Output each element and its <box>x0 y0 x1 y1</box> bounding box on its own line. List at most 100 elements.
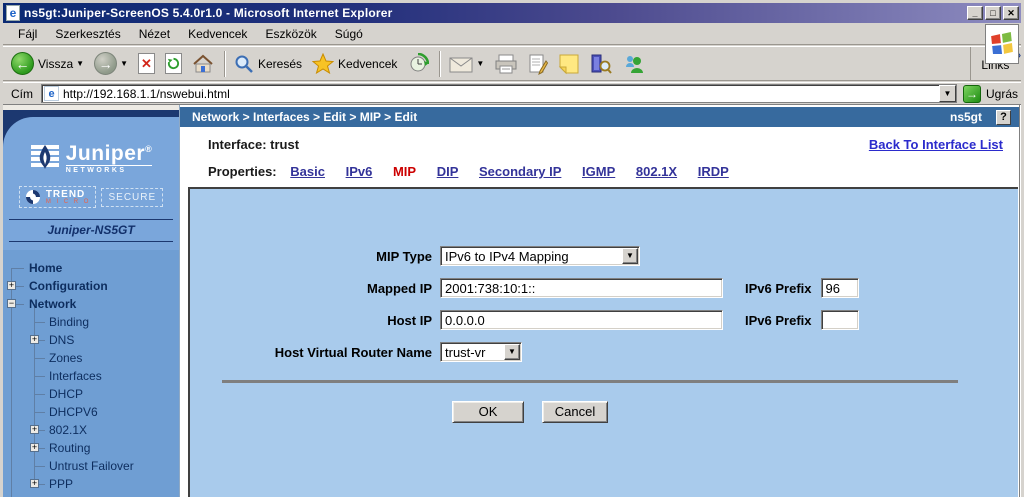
window-right-border <box>1019 105 1024 497</box>
research-button[interactable] <box>586 51 616 77</box>
sidebar-item-ppp[interactable]: +PPP <box>3 475 179 493</box>
chevron-down-icon[interactable]: ▼ <box>504 344 520 360</box>
tab-dip[interactable]: DIP <box>437 164 459 179</box>
mapped-ip-prefix-field[interactable] <box>821 278 859 298</box>
tab-basic[interactable]: Basic <box>290 164 325 179</box>
trend-label: TREND <box>46 190 91 199</box>
menu-bar: Fájl Szerkesztés Nézet Kedvencek Eszközö… <box>3 24 1021 45</box>
stop-icon: ✕ <box>138 53 155 74</box>
menu-favorites[interactable]: Kedvencek <box>179 25 256 43</box>
windows-logo-throbber <box>985 24 1019 64</box>
expand-plus-icon[interactable]: + <box>30 443 39 452</box>
home-button[interactable] <box>188 52 218 76</box>
ipv6-prefix-label: IPv6 Prefix <box>745 313 812 328</box>
sidebar-item-network[interactable]: −Network <box>3 295 179 313</box>
sidebar-item-interfaces[interactable]: Interfaces <box>3 367 179 385</box>
close-button[interactable]: ✕ <box>1003 6 1019 20</box>
host-ip-field[interactable] <box>440 310 723 330</box>
discuss-button[interactable] <box>554 51 584 77</box>
history-icon <box>407 53 429 75</box>
mapped-ip-field[interactable] <box>440 278 723 298</box>
sidebar-item-home[interactable]: Home <box>3 259 179 277</box>
menu-edit[interactable]: Szerkesztés <box>46 25 129 43</box>
menu-file[interactable]: Fájl <box>9 25 46 43</box>
help-button[interactable]: ? <box>996 110 1011 125</box>
host-ip-prefix-field[interactable] <box>821 310 859 330</box>
ok-button[interactable]: OK <box>452 401 524 423</box>
back-icon: ← <box>11 52 34 75</box>
windows-flag-icon <box>989 31 1015 57</box>
forward-dropdown-icon[interactable]: ▼ <box>120 59 128 68</box>
chevron-down-icon[interactable]: ▼ <box>622 248 638 264</box>
expand-plus-icon[interactable]: + <box>30 335 39 344</box>
edit-button[interactable] <box>524 51 552 77</box>
back-button[interactable]: ← Vissza ▼ <box>7 50 88 77</box>
forward-icon: → <box>94 52 117 75</box>
breadcrumb-bar: Network > Interfaces > Edit > MIP > Edit… <box>180 107 1019 127</box>
sidebar-item-routing[interactable]: +Routing <box>3 439 179 457</box>
sidebar-item-configuration[interactable]: +Configuration <box>3 277 179 295</box>
tab-igmp[interactable]: IGMP <box>582 164 615 179</box>
menu-view[interactable]: Nézet <box>130 25 179 43</box>
research-book-icon <box>590 53 612 75</box>
sidebar-item-dhcpv6[interactable]: DHCPV6 <box>3 403 179 421</box>
page-title: Interface: trust <box>208 137 299 152</box>
refresh-button[interactable] <box>161 51 186 76</box>
tab-ipv6[interactable]: IPv6 <box>346 164 373 179</box>
cancel-button[interactable]: Cancel <box>542 401 608 423</box>
tab-8021x[interactable]: 802.1X <box>636 164 677 179</box>
sidebar-item-dhcp[interactable]: DHCP <box>3 385 179 403</box>
sidebar-item-zones[interactable]: Zones <box>3 349 179 367</box>
refresh-icon <box>165 53 182 74</box>
maximize-button[interactable]: □ <box>985 6 1001 20</box>
go-button[interactable]: → Ugrás <box>957 85 1018 103</box>
expand-plus-icon[interactable]: + <box>30 479 39 488</box>
collapse-minus-icon[interactable]: − <box>7 299 16 308</box>
browser-window: e ns5gt:Juniper-ScreenOS 5.4.0r1.0 - Mic… <box>0 0 1024 497</box>
juniper-logo: Juniper® NETWORKS <box>3 139 179 174</box>
address-dropdown-icon[interactable]: ▼ <box>939 85 956 102</box>
host-virtual-router-select[interactable]: trust-vr ▼ <box>440 342 522 362</box>
mapped-ip-label: Mapped IP <box>190 281 440 296</box>
mail-dropdown-icon[interactable]: ▼ <box>476 59 484 68</box>
sidebar-item-security[interactable]: +Security <box>3 493 179 497</box>
back-dropdown-icon[interactable]: ▼ <box>76 59 84 68</box>
expand-plus-icon[interactable]: + <box>7 281 16 290</box>
device-name: Juniper-NS5GT <box>3 220 179 241</box>
sidebar-item-dns[interactable]: +DNS <box>3 331 179 349</box>
address-input[interactable]: e http://192.168.1.1/nswebui.html ▼ <box>41 84 957 103</box>
search-button[interactable]: Keresés <box>230 52 306 76</box>
host-virtual-router-label: Host Virtual Router Name <box>190 345 440 360</box>
back-to-interface-list-link[interactable]: Back To Interface List <box>869 137 1003 152</box>
menu-help[interactable]: Súgó <box>326 25 372 43</box>
trend-micro-badge: TREND M I C R O SECURE <box>3 186 179 208</box>
address-url[interactable]: http://192.168.1.1/nswebui.html <box>63 87 939 101</box>
minimize-button[interactable]: _ <box>967 6 983 20</box>
sidebar-item-untrust-failover[interactable]: Untrust Failover <box>3 457 179 475</box>
mip-type-select[interactable]: IPv6 to IPv4 Mapping ▼ <box>440 246 640 266</box>
forward-button[interactable]: → ▼ <box>90 50 132 77</box>
sidebar-item-binding[interactable]: Binding <box>3 313 179 331</box>
toolbar-separator <box>224 51 226 77</box>
tab-irdp[interactable]: IRDP <box>698 164 729 179</box>
tab-mip[interactable]: MIP <box>393 164 416 179</box>
address-label: Cím <box>6 87 41 101</box>
edit-icon <box>528 53 548 75</box>
expand-plus-icon[interactable]: + <box>30 425 39 434</box>
mail-icon <box>449 55 473 73</box>
mip-type-value: IPv6 to IPv4 Mapping <box>441 249 622 264</box>
stop-button[interactable]: ✕ <box>134 51 159 76</box>
menu-tools[interactable]: Eszközök <box>256 25 325 43</box>
juniper-wordmark: Juniper® <box>66 139 153 164</box>
print-icon <box>494 54 518 74</box>
address-bar: Cím e http://192.168.1.1/nswebui.html ▼ … <box>3 82 1021 105</box>
sidebar-item-8021x[interactable]: +802.1X <box>3 421 179 439</box>
history-button[interactable] <box>403 51 433 77</box>
print-button[interactable] <box>490 52 522 76</box>
tab-secondary-ip[interactable]: Secondary IP <box>479 164 561 179</box>
mail-button[interactable]: ▼ <box>445 53 488 75</box>
messenger-button[interactable] <box>618 51 650 77</box>
mip-type-label: MIP Type <box>190 249 440 264</box>
favorites-button[interactable]: Kedvencek <box>308 51 401 76</box>
secure-label: SECURE <box>101 188 163 207</box>
